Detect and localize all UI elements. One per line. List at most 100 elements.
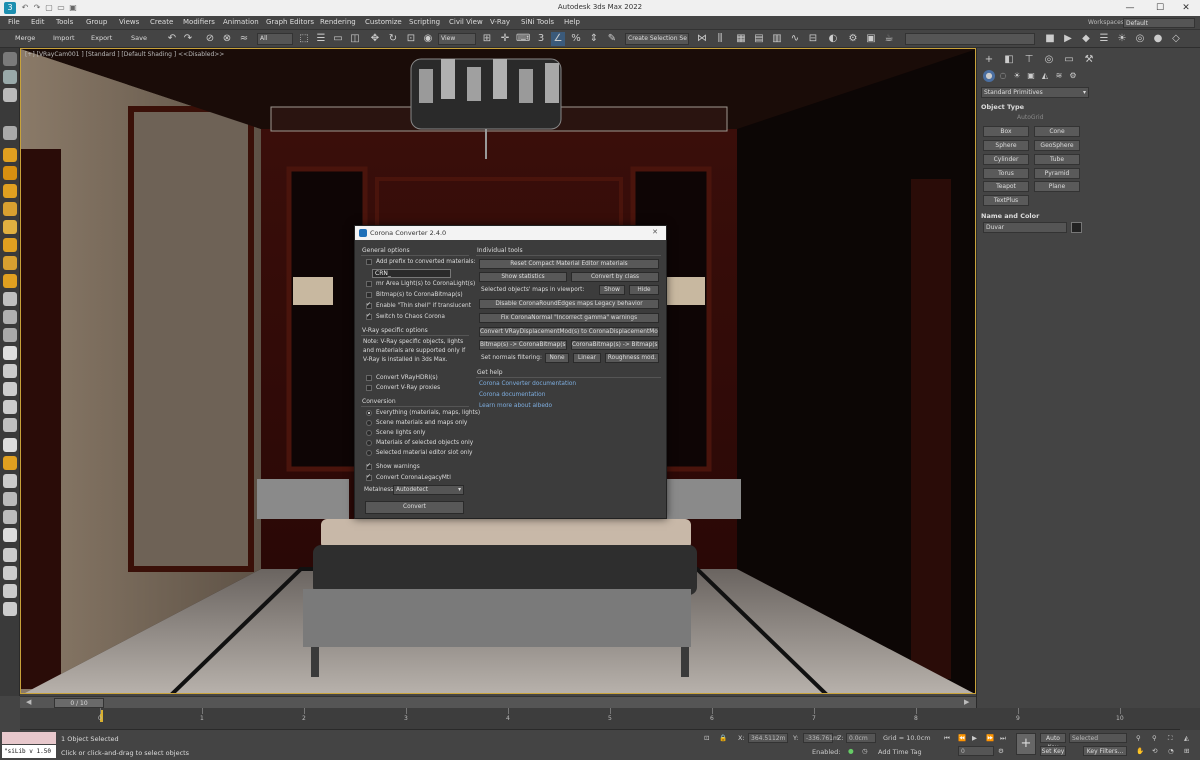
x-coordinate-field[interactable]: 364.5112m: [748, 733, 788, 743]
utility-icon[interactable]: [3, 474, 17, 488]
autogrid-checkbox[interactable]: AutoGrid: [1017, 114, 1044, 121]
link-icon[interactable]: ⊘: [203, 32, 217, 46]
time-tag-icon[interactable]: ◷: [862, 747, 868, 755]
display-icon[interactable]: [3, 548, 17, 562]
z-coordinate-field[interactable]: 0.0cm: [846, 733, 876, 743]
curve-editor-icon[interactable]: ∿: [788, 32, 802, 46]
tracking-icon[interactable]: [3, 584, 17, 598]
ribbon-icon[interactable]: ▥: [770, 32, 784, 46]
scale-icon[interactable]: ⊡: [404, 32, 418, 46]
helpers-icon[interactable]: ◭: [1039, 70, 1051, 82]
track-bar[interactable]: 0 1 2 3 4 5 6 7 8 9 10: [20, 708, 1180, 730]
converter-docs-link[interactable]: Corona Converter documentation: [479, 381, 576, 387]
menu-edit[interactable]: Edit: [31, 18, 45, 26]
vray-mtl-icon[interactable]: ●: [1151, 32, 1165, 46]
mirror-icon[interactable]: ⋈: [695, 32, 709, 46]
goto-end-icon[interactable]: ⏭: [1000, 734, 1006, 743]
select-object-icon[interactable]: ⬚: [297, 32, 311, 46]
prev-frame-arrow-icon[interactable]: ◀: [26, 698, 31, 706]
schematic-view-icon[interactable]: ⊟: [806, 32, 820, 46]
vray-camera-icon[interactable]: ◎: [1133, 32, 1147, 46]
render-production-icon[interactable]: ☕: [882, 32, 896, 46]
tube-button[interactable]: Tube: [1034, 154, 1080, 165]
vray-lister-icon[interactable]: ☰: [1097, 32, 1111, 46]
unlink-icon[interactable]: ⊗: [220, 32, 234, 46]
box-icon[interactable]: [3, 310, 17, 324]
dialog-close-button[interactable]: ✕: [647, 228, 663, 236]
albedo-link[interactable]: Learn more about albedo: [479, 403, 552, 409]
minimize-button[interactable]: —: [1116, 0, 1144, 16]
corona-docs-link[interactable]: Corona documentation: [479, 392, 545, 398]
ies-light-icon[interactable]: [3, 274, 17, 288]
conv-radio-materials[interactable]: [366, 420, 372, 426]
snaps-toggle-icon[interactable]: 3: [534, 32, 548, 46]
named-selection-icon[interactable]: ✎: [605, 32, 619, 46]
render-preset-select[interactable]: [905, 33, 1035, 45]
vray-hdri-checkbox[interactable]: [366, 375, 372, 381]
menu-vray[interactable]: V-Ray: [490, 18, 510, 26]
prev-key-icon[interactable]: ⏪: [958, 734, 966, 742]
cube-icon[interactable]: [3, 292, 17, 306]
object-type-rollout[interactable]: Object Type: [981, 103, 1024, 111]
sphere-button[interactable]: Sphere: [983, 140, 1029, 151]
mr-area-checkbox[interactable]: [366, 281, 372, 287]
add-time-tag[interactable]: Add Time Tag: [878, 748, 922, 756]
show-statistics-button[interactable]: Show statistics: [479, 272, 567, 282]
move-icon[interactable]: ✥: [368, 32, 382, 46]
systems-icon[interactable]: ⚙: [1067, 70, 1079, 82]
pivot-center-icon[interactable]: ⊞: [480, 32, 494, 46]
show-maps-button[interactable]: Show: [599, 285, 625, 295]
maximize-viewport-icon[interactable]: ⊞: [1184, 747, 1189, 755]
render-icon[interactable]: [3, 126, 17, 140]
camera-icon[interactable]: [3, 88, 17, 102]
spacewarp-icon[interactable]: [3, 400, 17, 414]
teapot-button[interactable]: Teapot: [983, 181, 1029, 192]
vray-light-icon[interactable]: ☀: [1115, 32, 1129, 46]
walk-through-icon[interactable]: ⟲: [1152, 747, 1157, 755]
current-frame-field[interactable]: 0: [958, 746, 994, 756]
time-slider-knob[interactable]: 0 / 10: [54, 698, 104, 708]
geosphere-button[interactable]: GeoSphere: [1034, 140, 1080, 151]
coronabitmap-to-bitmap-button[interactable]: CoronaBitmap(s) -> Bitmap(s): [571, 340, 659, 350]
menu-scripting[interactable]: Scripting: [409, 18, 440, 26]
percent-snap-icon[interactable]: %: [569, 32, 583, 46]
key-filters-button[interactable]: Key Filters...: [1083, 746, 1127, 756]
render-setup-icon[interactable]: ⚙: [846, 32, 860, 46]
time-slider[interactable]: ◀ 0 / 10 ▶: [20, 696, 976, 708]
shapes-icon[interactable]: ◌: [997, 70, 1009, 82]
vray-frame-buffer-icon[interactable]: ■: [1043, 32, 1057, 46]
create-tab-plus-icon[interactable]: +: [981, 52, 997, 68]
time-config-icon[interactable]: ⚙: [998, 747, 1004, 755]
utilities-tab-icon[interactable]: ⚒: [1081, 52, 1097, 68]
spinner-snap-icon[interactable]: ⇕: [587, 32, 601, 46]
shape-icon[interactable]: [3, 364, 17, 378]
gear-light-icon[interactable]: [3, 202, 17, 216]
next-frame-arrow-icon[interactable]: ▶: [964, 698, 969, 706]
conv-radio-everything[interactable]: [366, 410, 372, 416]
box-button[interactable]: Box: [983, 126, 1029, 137]
viewport-layout-icon[interactable]: [3, 70, 17, 84]
prefix-input[interactable]: CRN_: [372, 269, 451, 278]
key-mode-plus-icon[interactable]: +: [1016, 733, 1036, 755]
color-balls-icon[interactable]: [3, 456, 17, 470]
torus-button[interactable]: Torus: [983, 168, 1029, 179]
redo-icon[interactable]: ↷: [181, 32, 195, 46]
select-by-name-icon[interactable]: ☰: [314, 32, 328, 46]
next-key-icon[interactable]: ⏩: [986, 734, 994, 742]
maximize-button[interactable]: ☐: [1146, 0, 1174, 16]
y-coordinate-field[interactable]: -336.761m: [803, 733, 839, 743]
spot-light-icon[interactable]: [3, 220, 17, 234]
vray-ipr-icon[interactable]: ◆: [1079, 32, 1093, 46]
dome-light-icon[interactable]: [3, 256, 17, 270]
angle-snap-icon[interactable]: ∠: [551, 32, 565, 46]
cloud-icon[interactable]: [3, 602, 17, 616]
goto-start-icon[interactable]: ⏮: [944, 734, 950, 743]
menu-modifiers[interactable]: Modifiers: [183, 18, 215, 26]
rect-selection-icon[interactable]: ▭: [331, 32, 345, 46]
vray-render-icon[interactable]: ▶: [1061, 32, 1075, 46]
convert-displacement-button[interactable]: Convert VRayDisplacementMod(s) to Corona…: [479, 327, 659, 337]
menu-file[interactable]: File: [8, 18, 20, 26]
field-of-view-icon[interactable]: ◭: [1184, 734, 1189, 742]
material-editor-icon[interactable]: ◐: [826, 32, 840, 46]
menu-views[interactable]: Views: [119, 18, 139, 26]
